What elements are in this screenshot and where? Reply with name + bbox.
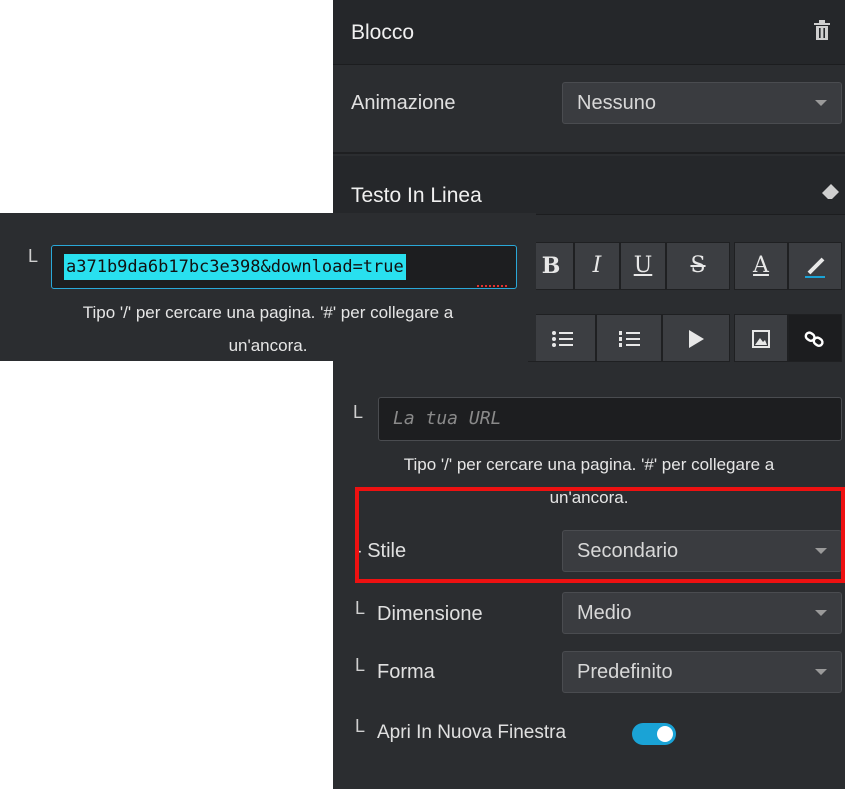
link-popup: L a371b9da6b17bc3e398&download=true Tipo…: [0, 213, 536, 361]
size-indent-mark: L: [355, 598, 366, 618]
numbered-list-button[interactable]: [596, 314, 662, 362]
shape-select[interactable]: Predefinito: [562, 651, 842, 693]
link-icon: [804, 331, 824, 348]
block-title: Blocco: [351, 21, 415, 44]
popup-url-input[interactable]: a371b9da6b17bc3e398&download=true: [51, 245, 517, 289]
spellcheck-underline: [477, 282, 507, 287]
animation-value: Nessuno: [577, 92, 656, 114]
chevron-down-icon: [815, 610, 827, 616]
popup-hint-line1: Tipo '/' per cercare una pagina. '#' per…: [82, 303, 454, 322]
link-button[interactable]: [788, 314, 842, 362]
settings-panel: Blocco Animazione Nessuno Testo In Linea…: [333, 0, 845, 789]
toggle-knob: [657, 726, 673, 742]
eraser-icon[interactable]: [821, 184, 843, 206]
divider: [333, 152, 845, 154]
size-label: Dimensione: [377, 603, 483, 625]
italic-button[interactable]: I: [574, 242, 620, 290]
url-hint-line1: Tipo '/' per cercare una pagina. '#' per…: [403, 455, 775, 474]
new-window-toggle[interactable]: [632, 723, 676, 745]
inline-text-header: Testo In Linea: [333, 156, 845, 215]
size-select[interactable]: Medio: [562, 592, 842, 634]
popup-hint-line2: un'ancora.: [228, 336, 308, 355]
strike-button[interactable]: S: [666, 242, 730, 290]
animation-select[interactable]: Nessuno: [562, 82, 842, 124]
image-button[interactable]: [734, 314, 788, 362]
popup-url-selected-text: a371b9da6b17bc3e398&download=true: [64, 254, 406, 280]
bullet-list-icon: [552, 331, 573, 348]
play-icon: [689, 330, 704, 349]
new-window-indent-mark: L: [355, 716, 366, 736]
url-indent-mark: L: [353, 402, 364, 422]
font-color-button[interactable]: A: [734, 242, 788, 290]
underline-button[interactable]: U: [620, 242, 666, 290]
popup-indent-mark: L: [28, 246, 39, 266]
shape-label: Forma: [377, 661, 435, 683]
highlight-button[interactable]: [788, 242, 842, 290]
play-button[interactable]: [662, 314, 730, 362]
shape-indent-mark: L: [355, 655, 366, 675]
shape-value: Predefinito: [577, 661, 673, 683]
inline-text-title: Testo In Linea: [351, 184, 482, 207]
chevron-down-icon: [815, 669, 827, 675]
url-input[interactable]: La tua URL: [378, 397, 842, 441]
bullet-list-button[interactable]: [528, 314, 596, 362]
highlight-box: [355, 487, 845, 583]
animation-label: Animazione: [351, 92, 456, 114]
block-header: Blocco: [333, 0, 845, 65]
trash-icon[interactable]: [811, 20, 833, 42]
image-icon: [752, 330, 770, 349]
new-window-label: Apri In Nuova Finestra: [377, 722, 567, 743]
brush-icon: [805, 257, 825, 279]
url-placeholder: La tua URL: [393, 408, 502, 429]
size-value: Medio: [577, 602, 632, 624]
numbered-list-icon: [619, 331, 640, 348]
chevron-down-icon: [815, 100, 827, 106]
